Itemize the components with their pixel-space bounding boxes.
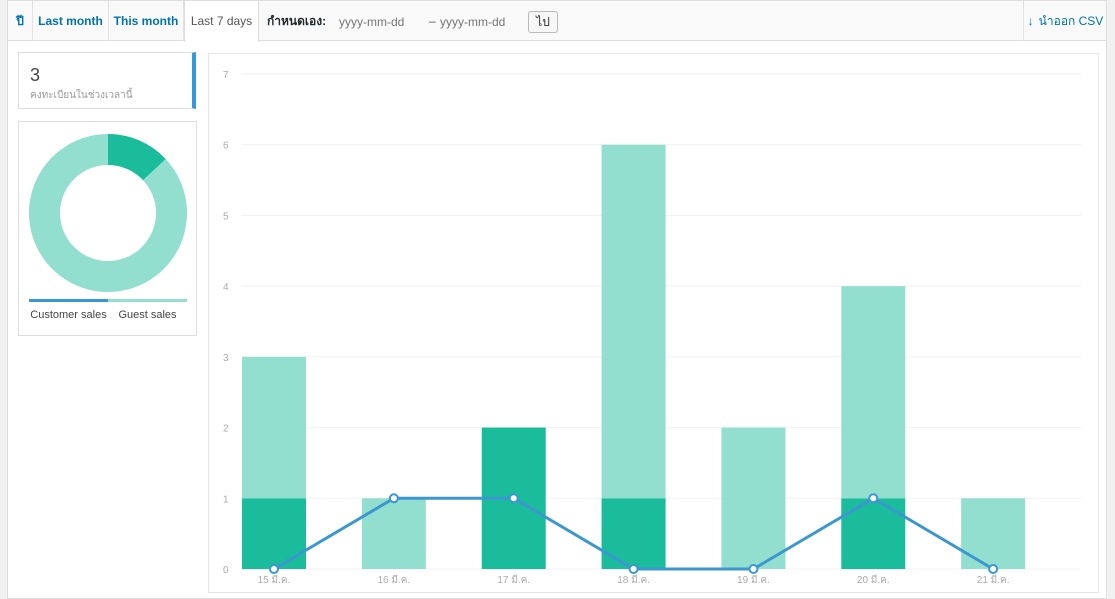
summary-value: 3 xyxy=(30,65,41,85)
line-point xyxy=(868,493,879,504)
line-point xyxy=(628,564,639,574)
legend-guest-sales: Guest sales xyxy=(108,299,187,329)
line-point xyxy=(748,564,759,574)
x-tick-label: 19 มี.ค. xyxy=(737,574,770,586)
x-tick-label: 20 มี.ค. xyxy=(857,574,890,586)
export-csv-label: นำออก CSV xyxy=(1038,14,1104,28)
bar-guest xyxy=(361,498,426,569)
y-tick-label: 3 xyxy=(223,353,229,364)
y-tick-label: 1 xyxy=(223,494,229,505)
y-tick-label: 4 xyxy=(223,282,229,293)
report-panel: ปี Last month This month Last 7 days กำห… xyxy=(7,0,1107,599)
donut-chart xyxy=(29,134,187,292)
x-tick-label: 18 มี.ค. xyxy=(617,574,650,586)
end-date-input[interactable] xyxy=(438,11,520,33)
y-tick-label: 2 xyxy=(223,424,229,435)
legend-customer-sales: Customer sales xyxy=(29,299,108,329)
y-tick-label: 5 xyxy=(223,211,229,222)
x-tick-label: 21 มี.ค. xyxy=(977,574,1010,586)
download-icon: ↓ xyxy=(1027,14,1034,28)
legend-label-customer: Customer sales xyxy=(30,309,107,321)
date-separator: – xyxy=(429,14,436,28)
legend-swatch-customer xyxy=(29,299,108,302)
tab-last-month[interactable]: Last month xyxy=(33,1,109,41)
export-csv-button[interactable]: ↓ นำออก CSV xyxy=(1023,1,1107,41)
line-point xyxy=(988,564,999,574)
summary-label: คงทะเบียนในช่วงเวลานี้ xyxy=(30,90,133,101)
bar-guest xyxy=(242,356,306,499)
sales-chart-svg: 0 1 2 3 4 5 6 7 15 มี.ค. 16 มี.ค. 17 มี.ค. 18 มี.ค.… xyxy=(223,70,1081,586)
custom-range-label: กำหนดเอง: xyxy=(267,14,327,28)
bar-guest xyxy=(721,427,786,569)
bar-guest xyxy=(961,498,1026,569)
range-bar: ปี Last month This month Last 7 days กำห… xyxy=(8,1,1107,42)
sales-chart: 0 1 2 3 4 5 6 7 15 มี.ค. 16 มี.ค. 17 มี.ค. 18 มี.ค.… xyxy=(208,53,1099,593)
tab-last-7-days[interactable]: Last 7 days xyxy=(184,1,259,42)
go-button[interactable]: ไป xyxy=(528,11,558,33)
x-tick-label: 17 มี.ค. xyxy=(497,574,530,586)
bar-customer xyxy=(601,498,666,569)
bar-customer xyxy=(841,498,906,569)
y-tick-label: 6 xyxy=(223,141,229,152)
line-point xyxy=(269,564,279,574)
legend-swatch-guest xyxy=(108,299,187,302)
line-point xyxy=(388,493,399,504)
summary-card[interactable]: 3 คงทะเบียนในช่วงเวลานี้ xyxy=(18,52,196,109)
tab-year[interactable]: ปี xyxy=(8,1,33,41)
tab-this-month[interactable]: This month xyxy=(109,1,184,41)
y-tick-label: 0 xyxy=(223,565,229,576)
bar-guest xyxy=(841,286,906,499)
x-tick-label: 15 มี.ค. xyxy=(258,574,291,586)
line-point xyxy=(508,493,519,504)
bar-guest xyxy=(601,144,666,499)
start-date-input[interactable] xyxy=(337,11,419,33)
bar-customer xyxy=(242,498,306,569)
x-tick-label: 16 มี.ค. xyxy=(377,574,410,586)
pie-chart-card: Customer sales Guest sales xyxy=(18,121,197,336)
y-tick-label: 7 xyxy=(223,70,229,81)
legend-label-guest: Guest sales xyxy=(118,309,177,321)
